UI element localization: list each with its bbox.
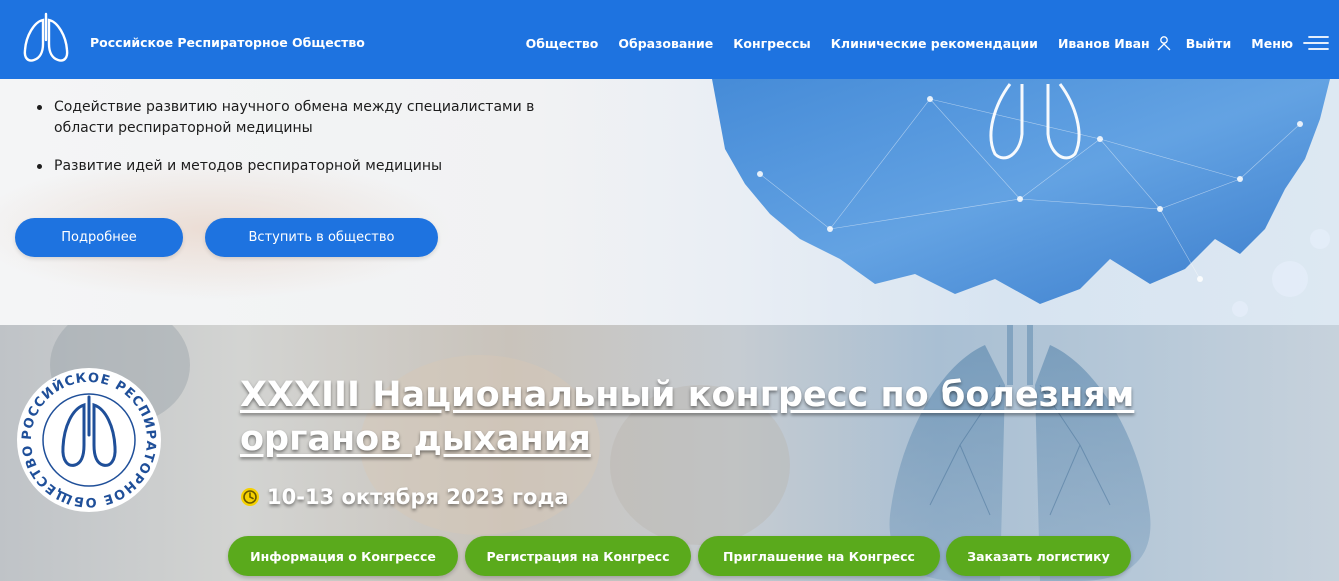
society-seal-logo-icon: РОССИЙСКОЕ РЕСПИРАТОРНОЕ ОБЩЕСТВО	[17, 368, 161, 512]
hamburger-icon	[1303, 36, 1329, 50]
congress-date: 10-13 октября 2023 года	[240, 485, 569, 509]
top-navigation-bar: Российское Респираторное Общество Общест…	[0, 0, 1339, 79]
congress-banner: РОССИЙСКОЕ РЕСПИРАТОРНОЕ ОБЩЕСТВО XXXIII…	[0, 325, 1339, 581]
congress-info-button[interactable]: Информация о Конгрессе	[228, 536, 458, 576]
main-nav: Общество Образование Конгрессы Клиническ…	[526, 34, 1339, 52]
user-icon	[1157, 36, 1171, 51]
menu-toggle[interactable]: Меню	[1251, 35, 1329, 51]
logout-link[interactable]: Выйти	[1186, 36, 1232, 51]
list-item: Развитие идей и методов респираторной ме…	[36, 156, 596, 177]
order-logistics-button[interactable]: Заказать логистику	[946, 536, 1131, 576]
congress-registration-button[interactable]: Регистрация на Конгресс	[465, 536, 691, 576]
nav-item-education[interactable]: Образование	[618, 36, 713, 51]
society-goals-list: Содействие развитию научного обмена межд…	[36, 97, 596, 194]
nav-item-society[interactable]: Общество	[526, 36, 599, 51]
menu-label: Меню	[1251, 35, 1293, 51]
congress-date-text: 10-13 октября 2023 года	[267, 485, 569, 509]
congress-invitation-button[interactable]: Приглашение на Конгресс	[698, 536, 940, 576]
user-profile-link[interactable]: Иванов Иван	[1058, 35, 1172, 51]
user-name: Иванов Иван	[1057, 35, 1150, 51]
hero-section: Содействие развитию научного обмена межд…	[0, 79, 1339, 325]
lungs-logo-icon[interactable]	[16, 10, 76, 70]
congress-title-link[interactable]: XXXIII Национальный конгресс по болезням…	[240, 373, 1220, 461]
more-info-button[interactable]: Подробнее	[15, 218, 183, 257]
clock-icon	[241, 488, 259, 506]
join-society-button[interactable]: Вступить в общество	[205, 218, 438, 257]
nav-item-congresses[interactable]: Конгрессы	[733, 36, 811, 51]
site-brand-name[interactable]: Российское Респираторное Общество	[90, 35, 365, 50]
list-item: Содействие развитию научного обмена межд…	[36, 97, 596, 139]
nav-item-clinical-guidelines[interactable]: Клинические рекомендации	[831, 36, 1038, 51]
